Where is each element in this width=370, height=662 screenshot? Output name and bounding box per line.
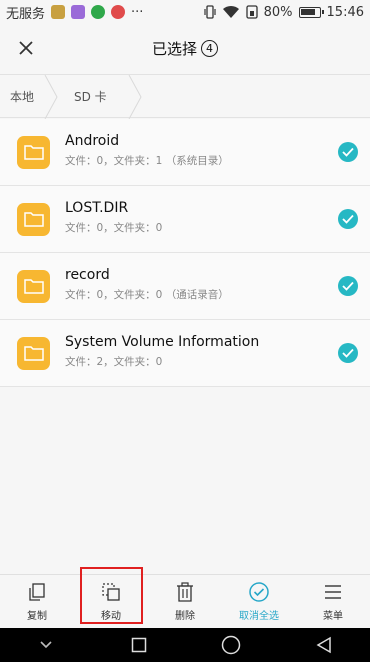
check-icon[interactable] [338, 343, 358, 363]
delete-button[interactable]: 删除 [148, 575, 222, 628]
sim-icon [51, 5, 66, 19]
close-button[interactable] [10, 32, 42, 64]
square-icon [131, 637, 146, 653]
clock: 15:46 [326, 4, 364, 20]
move-button[interactable]: 移动 [74, 575, 148, 628]
folder-icon [17, 202, 50, 236]
copy-button[interactable]: 复制 [0, 575, 74, 628]
back-triangle-icon [316, 636, 331, 654]
check-icon[interactable] [338, 209, 358, 229]
breadcrumb-label: SD 卡 [74, 89, 107, 104]
folder-icon [17, 269, 50, 303]
delete-label: 删除 [175, 611, 195, 622]
menu-icon [325, 585, 341, 599]
move-icon [102, 583, 120, 601]
file-name: record [65, 267, 110, 283]
copy-label: 复制 [27, 611, 47, 622]
list-item[interactable]: LOST.DIR 文件：0，文件夹：0 [0, 186, 370, 253]
breadcrumb-label: 本地 [10, 89, 35, 104]
nav-home-button[interactable] [211, 628, 251, 662]
folder-icon [17, 135, 50, 169]
menu-button[interactable]: 菜单 [296, 575, 370, 628]
more-notifications-icon: ··· [131, 4, 144, 20]
file-meta: 文件：0，文件夹：0 （通话录音） [65, 289, 229, 301]
file-meta: 文件：0，文件夹：0 [65, 222, 163, 234]
nav-back-button[interactable] [304, 628, 344, 662]
list-item[interactable]: record 文件：0，文件夹：0 （通话录音） [0, 253, 370, 320]
app-notification-icon [71, 5, 86, 19]
nav-recents-button[interactable] [119, 628, 159, 662]
list-item[interactable]: Android 文件：0，文件夹：1 （系统目录） [0, 119, 370, 186]
file-name: Android [65, 133, 120, 149]
file-meta: 文件：0，文件夹：1 （系统目录） [65, 155, 229, 167]
breadcrumb-item-local[interactable]: 本地 [0, 75, 58, 119]
circle-icon [222, 635, 241, 655]
bottom-toolbar: 复制 移动 删除 取消全选 菜单 [0, 574, 370, 628]
list-item[interactable]: System Volume Information 文件：2，文件夹：0 [0, 320, 370, 387]
status-bar: 无服务 ··· 80% 15:46 [0, 0, 370, 24]
app-notification-icon [91, 5, 106, 19]
page-title: 已选择 4 [152, 38, 218, 59]
file-name: System Volume Information [65, 334, 260, 350]
battery-icon [298, 6, 324, 18]
selected-count-badge: 4 [201, 39, 218, 57]
chevron-right-icon [44, 75, 58, 119]
app-notification-icon [111, 5, 126, 19]
file-name: LOST.DIR [65, 200, 129, 216]
check-circle-icon [249, 582, 269, 602]
chevron-down-icon [40, 641, 52, 649]
deselect-all-label: 取消全选 [239, 611, 279, 622]
folder-icon [17, 336, 50, 370]
move-label: 移动 [101, 611, 121, 622]
app-header: 已选择 4 [0, 24, 370, 72]
trash-icon [177, 582, 193, 602]
breadcrumb-item-sdcard[interactable]: SD 卡 [58, 75, 142, 119]
breadcrumb: 本地 SD 卡 [0, 74, 370, 119]
wifi-icon [222, 5, 239, 18]
copy-icon [29, 583, 45, 601]
menu-label: 菜单 [323, 611, 343, 622]
sim-signal-icon [245, 5, 258, 19]
close-icon [19, 41, 33, 55]
deselect-all-button[interactable]: 取消全选 [222, 575, 296, 628]
battery-percent: 80% [263, 4, 293, 20]
vibrate-icon [204, 5, 216, 19]
navigation-bar [0, 628, 370, 662]
check-icon[interactable] [338, 142, 358, 162]
chevron-right-icon [128, 75, 142, 119]
title-label: 已选择 [151, 39, 197, 58]
file-meta: 文件：2，文件夹：0 [65, 356, 163, 368]
check-icon[interactable] [338, 276, 358, 296]
carrier-label: 无服务 [6, 6, 46, 22]
nav-collapse-button[interactable] [26, 628, 66, 662]
file-list: Android 文件：0，文件夹：1 （系统目录） LOST.DIR 文件：0，… [0, 119, 370, 387]
